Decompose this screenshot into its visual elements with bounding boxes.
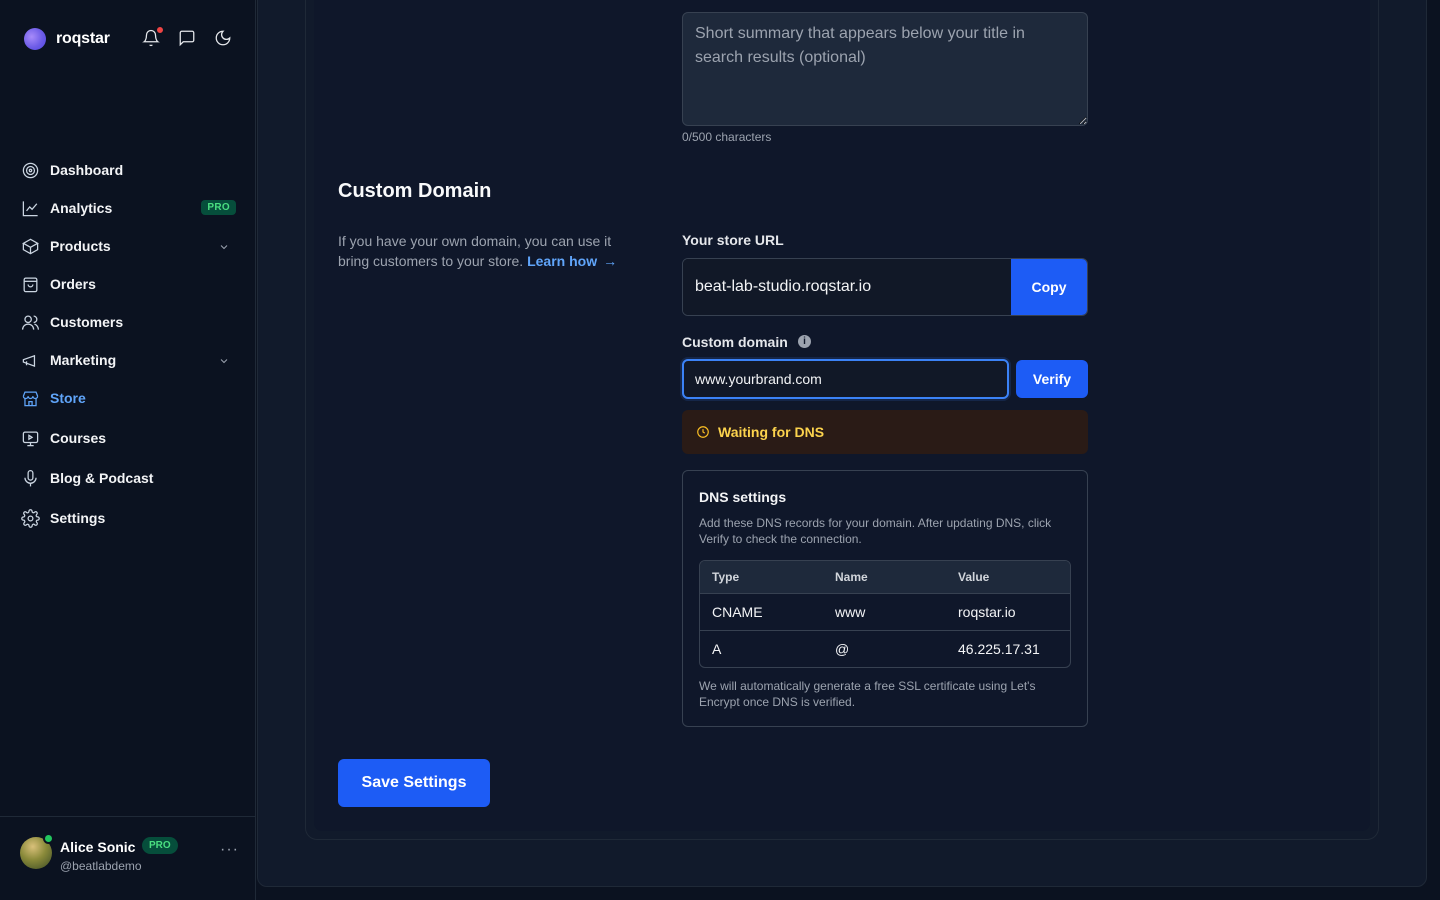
- ssl-footnote: We will automatically generate a free SS…: [699, 679, 1036, 709]
- brand[interactable]: roqstar: [24, 28, 110, 50]
- table-cell: CNAME: [700, 593, 823, 630]
- more-options-icon[interactable]: ···: [220, 842, 239, 858]
- chat-icon[interactable]: [178, 29, 196, 47]
- section-title-custom-domain: Custom Domain: [338, 180, 492, 202]
- users-icon: [20, 312, 40, 332]
- pro-badge: PRO: [201, 200, 236, 215]
- custom-domain-input[interactable]: [682, 359, 1009, 399]
- dns-settings-description: Add these DNS records for your domain. A…: [699, 516, 1052, 546]
- sidebar-item-label: Settings: [50, 510, 106, 526]
- courses-icon: [20, 428, 40, 448]
- info-icon[interactable]: i: [798, 335, 811, 348]
- sidebar-item-settings[interactable]: Settings: [12, 499, 244, 537]
- sidebar-item-label: Analytics: [50, 200, 113, 216]
- dns-status-text: Waiting for DNS: [718, 424, 825, 440]
- table-cell: A: [700, 630, 823, 667]
- dashboard-icon: [20, 160, 40, 180]
- sidebar-item-analytics[interactable]: Analytics PRO: [12, 189, 244, 227]
- table-cell: 46.225.17.31: [946, 630, 1070, 667]
- learn-how-link[interactable]: Learn how: [527, 253, 597, 269]
- bell-icon[interactable]: [142, 26, 164, 47]
- microphone-icon: [20, 468, 40, 488]
- bag-icon: [20, 274, 40, 294]
- top-icons: [142, 26, 232, 47]
- user-pro-badge: PRO: [142, 837, 178, 854]
- table-cell: www: [823, 593, 946, 630]
- dns-settings-box: DNS settings Add these DNS records for y…: [682, 470, 1088, 727]
- section-description: If you have your own domain, you can use…: [338, 231, 638, 271]
- dns-settings-title: DNS settings: [699, 489, 787, 505]
- sidebar-item-blog-podcast[interactable]: Blog & Podcast: [12, 459, 244, 497]
- custom-domain-label: Custom domain: [682, 334, 788, 350]
- gear-icon: [20, 508, 40, 528]
- column-header-type: Type: [700, 561, 823, 593]
- table-row: A @ 46.225.17.31: [700, 630, 1070, 667]
- dns-status-banner: Waiting for DNS: [682, 410, 1088, 454]
- store-url-input[interactable]: [683, 259, 1011, 315]
- table-header-row: Type Name Value: [700, 561, 1070, 593]
- brand-logo-icon: [24, 28, 46, 50]
- sidebar-item-customers[interactable]: Customers: [12, 303, 244, 341]
- verify-button[interactable]: Verify: [1016, 360, 1088, 398]
- sidebar-item-marketing[interactable]: Marketing: [12, 341, 244, 379]
- store-url-label: Your store URL: [682, 232, 784, 248]
- save-settings-button[interactable]: Save Settings: [338, 759, 490, 807]
- table-row: CNAME www roqstar.io: [700, 593, 1070, 630]
- dns-records-table: Type Name Value CNAME www roqstar.io A @…: [699, 560, 1071, 668]
- sidebar-item-products[interactable]: Products: [12, 227, 244, 265]
- sidebar-item-label: Blog & Podcast: [50, 470, 154, 486]
- sidebar-item-courses[interactable]: Courses: [12, 419, 244, 457]
- sidebar-item-label: Marketing: [50, 352, 117, 368]
- column-header-name: Name: [823, 561, 946, 593]
- chevron-down-icon[interactable]: [218, 240, 230, 252]
- sidebar-item-label: Products: [50, 238, 111, 254]
- user-panel: Alice Sonic PRO @beatlabdemo ···: [0, 816, 256, 900]
- store-url-group: Copy: [682, 258, 1088, 316]
- user-name: Alice Sonic: [60, 839, 136, 855]
- sidebar: roqstar Dashboard Analytics PRO Products: [0, 0, 256, 900]
- sidebar-item-label: Dashboard: [50, 162, 124, 178]
- sidebar-item-store[interactable]: Store: [12, 379, 244, 417]
- online-status-icon: [43, 833, 54, 844]
- table-cell: @: [823, 630, 946, 667]
- sidebar-item-label: Store: [50, 390, 86, 406]
- sidebar-item-label: Orders: [50, 276, 96, 292]
- analytics-icon: [20, 198, 40, 218]
- sidebar-item-label: Courses: [50, 430, 107, 446]
- notification-dot: [156, 26, 164, 34]
- char-count: 0/500 characters: [682, 130, 772, 144]
- chevron-down-icon[interactable]: [218, 354, 230, 366]
- sidebar-nav: Dashboard Analytics PRO Products Orders …: [12, 151, 244, 537]
- sidebar-item-label: Customers: [50, 314, 124, 330]
- box-icon: [20, 236, 40, 256]
- sidebar-item-dashboard[interactable]: Dashboard: [12, 151, 244, 189]
- column-header-value: Value: [946, 561, 1070, 593]
- seo-summary-textarea[interactable]: [682, 12, 1088, 126]
- clock-icon: [697, 426, 709, 438]
- copy-button[interactable]: Copy: [1011, 259, 1087, 315]
- moon-icon[interactable]: [214, 29, 232, 47]
- arrow-right-icon[interactable]: →: [603, 253, 617, 269]
- user-handle: @beatlabdemo: [60, 859, 142, 873]
- sidebar-item-orders[interactable]: Orders: [12, 265, 244, 303]
- table-cell: roqstar.io: [946, 593, 1070, 630]
- store-icon: [20, 388, 40, 408]
- megaphone-icon: [20, 350, 40, 370]
- brand-name: roqstar: [56, 30, 110, 47]
